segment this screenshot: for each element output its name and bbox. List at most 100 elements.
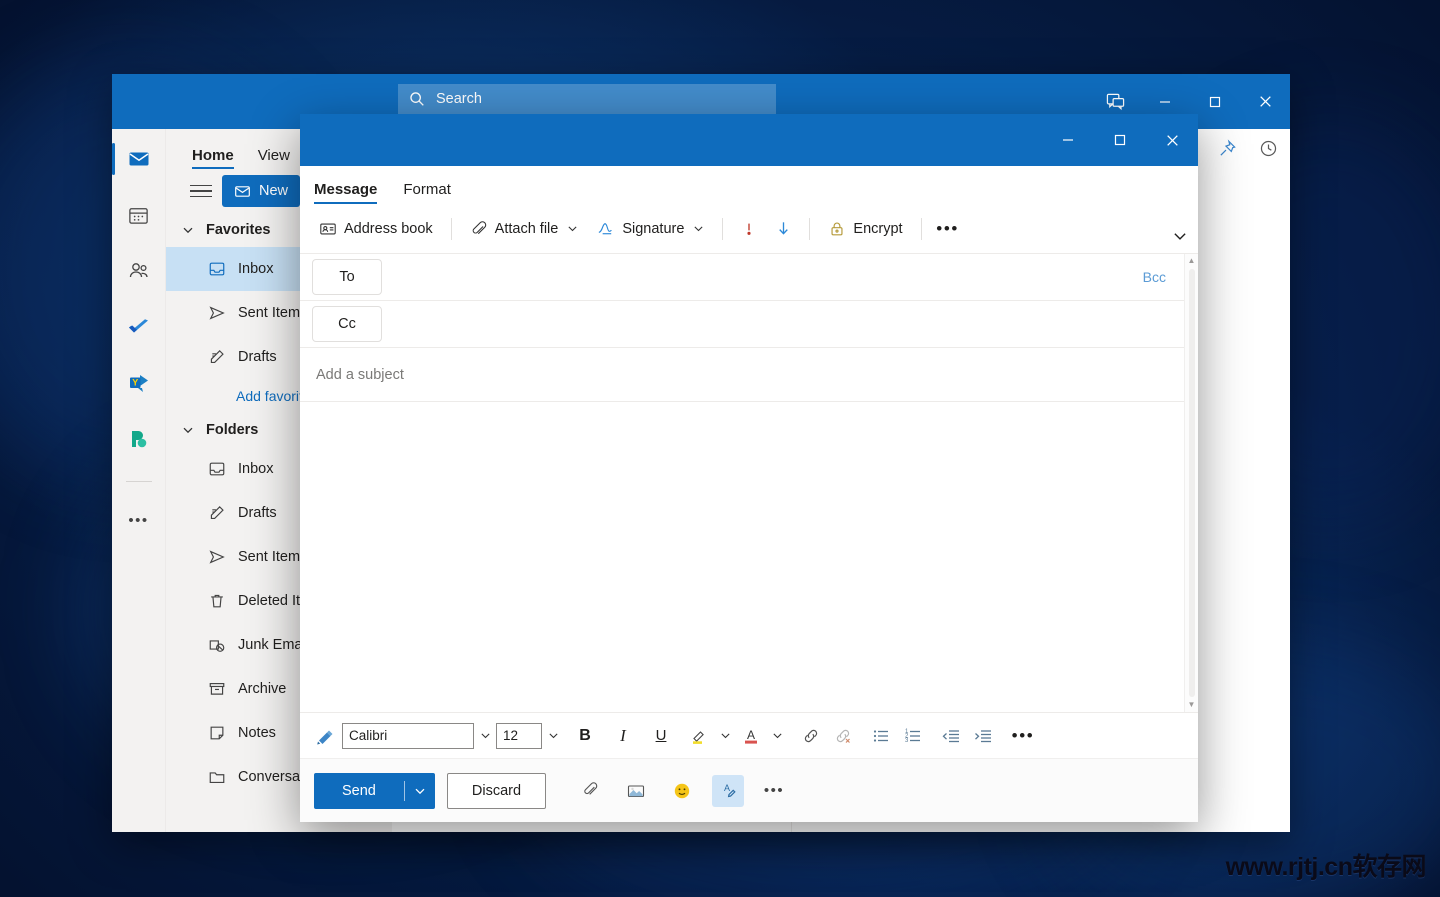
- tab-view[interactable]: View: [258, 147, 290, 169]
- bold-button[interactable]: B: [570, 721, 600, 751]
- paperclip-icon: [470, 220, 488, 238]
- remove-link-icon[interactable]: [828, 721, 858, 751]
- tab-home[interactable]: Home: [192, 147, 234, 169]
- collapse-ribbon-button[interactable]: [1172, 228, 1188, 249]
- font-size-input[interactable]: 12: [496, 723, 542, 749]
- drafts-icon: [208, 348, 226, 366]
- italic-button[interactable]: I: [608, 721, 638, 751]
- snooze-clock-icon[interactable]: [1259, 139, 1278, 163]
- tab-message[interactable]: Message: [314, 181, 377, 204]
- svg-text:A: A: [724, 783, 730, 793]
- to-button[interactable]: To: [312, 259, 382, 295]
- attach-file-button[interactable]: Attach file: [461, 213, 588, 245]
- text-highlight-icon[interactable]: [684, 721, 714, 751]
- yammer-icon[interactable]: Y: [119, 365, 159, 401]
- font-family-dropdown-icon[interactable]: [476, 721, 494, 751]
- bulleted-list-icon[interactable]: [866, 721, 896, 751]
- new-mail-button[interactable]: New: [222, 175, 300, 207]
- chevron-down-icon: [182, 224, 194, 236]
- lock-icon: [828, 220, 846, 238]
- emoji-icon[interactable]: [666, 775, 698, 807]
- sidebar-item-label: Inbox: [238, 261, 273, 277]
- maximize-icon[interactable]: [1094, 114, 1146, 166]
- message-body-editor[interactable]: [300, 402, 1184, 712]
- subject-field-row[interactable]: Add a subject: [300, 348, 1184, 402]
- underline-button[interactable]: U: [646, 721, 676, 751]
- cc-button[interactable]: Cc: [312, 306, 382, 342]
- toolbar-divider: [722, 218, 723, 240]
- scroll-down-icon[interactable]: ▼: [1188, 701, 1196, 709]
- send-button[interactable]: Send: [314, 773, 435, 809]
- decrease-indent-icon[interactable]: [936, 721, 966, 751]
- search-input[interactable]: Search: [398, 84, 776, 114]
- calendar-icon[interactable]: [119, 197, 159, 233]
- actions-more-button[interactable]: •••: [758, 775, 790, 807]
- compose-message-window: Message Format Address book Attach file: [300, 114, 1198, 822]
- sidebar-item-label: Inbox: [238, 461, 273, 477]
- numbered-list-icon[interactable]: 1 2 3: [898, 721, 928, 751]
- toolbar-divider: [921, 218, 922, 240]
- chevron-down-icon[interactable]: [405, 785, 435, 797]
- encrypt-button[interactable]: Encrypt: [819, 213, 911, 245]
- app-rail: Y •••: [112, 129, 166, 832]
- insert-picture-icon[interactable]: [620, 775, 652, 807]
- tab-format[interactable]: Format: [403, 181, 451, 204]
- toolbar-overflow-button[interactable]: •••: [931, 213, 965, 245]
- paperclip-icon[interactable]: [574, 775, 606, 807]
- signature-button[interactable]: Signature: [587, 213, 713, 245]
- compose-scrollbar[interactable]: ▲ ▼: [1184, 254, 1198, 712]
- address-book-button[interactable]: Address book: [310, 213, 442, 245]
- font-color-dropdown-icon[interactable]: [768, 721, 786, 751]
- bcc-link[interactable]: Bcc: [1143, 269, 1166, 285]
- high-importance-icon[interactable]: [732, 213, 766, 245]
- folder-pane-toggle-icon[interactable]: [190, 185, 212, 198]
- scrollbar-track[interactable]: [1189, 269, 1195, 697]
- format-painter-icon[interactable]: [310, 721, 340, 751]
- close-icon[interactable]: [1240, 74, 1290, 129]
- font-family-input[interactable]: Calibri: [342, 723, 474, 749]
- people-icon[interactable]: [119, 253, 159, 289]
- compose-toolbar: Address book Attach file Signature: [300, 204, 1198, 254]
- font-color-icon[interactable]: A: [736, 721, 766, 751]
- compose-titlebar: [300, 114, 1198, 166]
- search-placeholder: Search: [436, 91, 482, 107]
- junk-icon: [208, 636, 226, 654]
- compose-action-bar: Send Discard: [300, 758, 1198, 822]
- cc-field-row[interactable]: Cc: [300, 301, 1184, 348]
- mail-icon[interactable]: [119, 141, 159, 177]
- bookings-icon[interactable]: [119, 421, 159, 457]
- minimize-icon[interactable]: [1042, 114, 1094, 166]
- site-watermark: www.rjtj.cn软存网: [1226, 847, 1426, 883]
- editor-icon[interactable]: A: [712, 775, 744, 807]
- insert-link-icon[interactable]: [796, 721, 826, 751]
- todo-icon[interactable]: [119, 309, 159, 345]
- svg-text:Y: Y: [132, 377, 138, 387]
- to-field-row[interactable]: To Bcc: [300, 254, 1184, 301]
- reading-pane-tools: [1218, 139, 1278, 163]
- send-label: Send: [314, 783, 404, 799]
- sidebar-item-label: Junk Email: [238, 637, 309, 653]
- notes-icon: [208, 724, 226, 742]
- inbox-icon: [208, 260, 226, 278]
- sidebar-item-label: Sent Items: [238, 305, 307, 321]
- signature-label: Signature: [622, 221, 684, 237]
- pin-icon[interactable]: [1218, 139, 1237, 163]
- highlight-dropdown-icon[interactable]: [716, 721, 734, 751]
- format-more-button[interactable]: •••: [1008, 721, 1038, 751]
- toolbar-divider: [451, 218, 452, 240]
- low-importance-icon[interactable]: [766, 213, 800, 245]
- inbox-icon: [208, 460, 226, 478]
- address-book-icon: [319, 220, 337, 238]
- archive-icon: [208, 680, 226, 698]
- sidebar-item-label: Archive: [238, 681, 286, 697]
- increase-indent-icon[interactable]: [968, 721, 998, 751]
- font-size-dropdown-icon[interactable]: [544, 721, 562, 751]
- discard-button[interactable]: Discard: [447, 773, 546, 809]
- sent-icon: [208, 548, 226, 566]
- actions-more-label: •••: [764, 783, 784, 798]
- sidebar-item-label: Drafts: [238, 349, 277, 365]
- chevron-down-icon: [1172, 228, 1188, 244]
- more-apps-icon[interactable]: •••: [119, 502, 159, 538]
- close-icon[interactable]: [1146, 114, 1198, 166]
- scroll-up-icon[interactable]: ▲: [1188, 257, 1196, 265]
